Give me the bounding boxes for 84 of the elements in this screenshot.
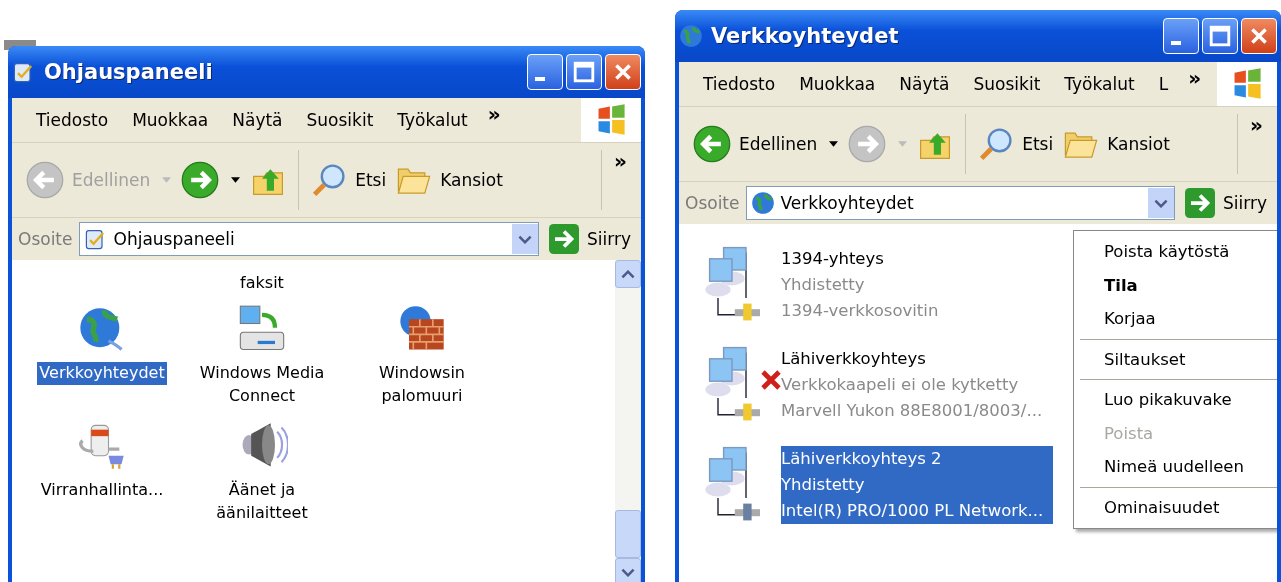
scrollbar-thumb[interactable]	[615, 510, 641, 558]
context-menu-item[interactable]: Siltaukset	[1074, 342, 1277, 376]
control-panel-item[interactable]: faksit	[238, 272, 286, 295]
context-menu-item[interactable]: Korjaa	[1074, 302, 1277, 336]
globe-icon	[750, 191, 775, 215]
control-panel-item[interactable]: Verkkoyhteydet	[37, 362, 167, 385]
chevron-down-icon	[518, 234, 532, 244]
minimize-button[interactable]	[527, 54, 563, 90]
minimize-icon	[535, 77, 545, 81]
go-button[interactable]: Siirry	[545, 224, 635, 254]
close-button[interactable]	[1241, 18, 1277, 54]
context-menu-item[interactable]: Tila	[1074, 268, 1277, 302]
windows-flag-logo	[581, 98, 641, 142]
caret-icon	[898, 141, 908, 147]
search-button[interactable]: Etsi	[311, 162, 387, 198]
menu-item[interactable]: Tiedosto	[24, 110, 121, 130]
more-chevron[interactable]: »	[487, 102, 501, 126]
context-menu-item[interactable]: Luo pikakuvake	[1074, 383, 1277, 417]
close-icon	[612, 61, 634, 83]
menu-item[interactable]: Työkalut	[1052, 74, 1147, 94]
context-menu-item[interactable]: Nimeä uudelleen	[1074, 450, 1277, 484]
dropdown-button[interactable]	[512, 224, 538, 254]
connection-name: Lähiverkkoyhteys	[781, 348, 927, 370]
menu-item[interactable]: L	[1146, 74, 1181, 94]
address-field[interactable]: Ohjauspaneeli	[78, 222, 539, 256]
adapter-name: 1394-verkkosovitin	[781, 300, 940, 322]
connection-name: 1394-yhteys	[781, 248, 885, 270]
menu-item[interactable]: Muokkaa	[787, 74, 888, 94]
connection-status: Yhdistetty	[781, 274, 866, 296]
connection-tile[interactable]: Lähiverkkoyhteys Verkkokaapeli ei ole kytketty Marvell Yukon 88E8001/8003/...	[781, 346, 1053, 424]
context-menu-item[interactable]: Poista käytöstä	[1074, 235, 1277, 269]
control-panel-item[interactable]: Windowsin palomuuri	[377, 362, 467, 408]
folders-button[interactable]: Kansiot	[1063, 126, 1170, 162]
menu-item[interactable]: Näytä	[887, 74, 962, 94]
menu-item[interactable]: Näytä	[220, 110, 295, 130]
menu-item[interactable]: Suosikit	[961, 74, 1053, 94]
windows-flag-logo	[1217, 62, 1277, 106]
more-chevron[interactable]: »	[614, 149, 627, 173]
context-menu-item[interactable]: Ominaisuudet	[1074, 490, 1277, 524]
more-chevron[interactable]: »	[1250, 113, 1263, 137]
window-title: Verkkoyhteydet	[711, 24, 900, 48]
menu-item[interactable]: Muokkaa	[120, 110, 221, 130]
connection-name: Lähiverkkoyhteys 2	[781, 448, 943, 470]
search-button[interactable]: Etsi	[978, 126, 1054, 162]
caret-icon	[162, 177, 172, 183]
chevron-down-icon	[1154, 198, 1168, 208]
forward-button[interactable]	[181, 161, 241, 199]
go-button[interactable]: Siirry	[1181, 188, 1271, 218]
connection-status: Verkkokaapeli ei ole kytketty	[781, 374, 1020, 396]
address-label: Osoite	[18, 229, 73, 249]
close-icon	[1248, 25, 1270, 47]
folders-button[interactable]: Kansiot	[396, 162, 503, 198]
address-label: Osoite	[685, 193, 740, 213]
connection-status: Yhdistetty	[781, 474, 866, 496]
vertical-scrollbar[interactable]	[615, 260, 641, 582]
menu-item[interactable]: Tiedosto	[691, 74, 788, 94]
adapter-name: Marvell Yukon 88E8001/8003/...	[781, 400, 1044, 422]
control-panel-item[interactable]: Windows Media Connect	[197, 362, 327, 408]
maximize-icon	[573, 61, 595, 83]
chevron-down-icon	[621, 567, 635, 577]
caret-icon	[231, 177, 241, 183]
address-field[interactable]: Verkkoyhteydet	[745, 186, 1175, 220]
control-panel-item[interactable]: Äänet ja äänilaitteet	[214, 479, 310, 524]
menu-item[interactable]: Työkalut	[385, 110, 480, 130]
minimize-button[interactable]	[1163, 18, 1199, 54]
close-button[interactable]	[605, 54, 641, 90]
maximize-icon	[1209, 25, 1231, 47]
control-panel-item[interactable]: Virranhallinta...	[38, 479, 166, 502]
more-chevron[interactable]: »	[1188, 66, 1202, 90]
globe-icon	[679, 24, 703, 48]
window-title: Ohjauspaneeli	[44, 60, 214, 84]
adapter-name: Intel(R) PRO/1000 PL Network...	[781, 500, 1045, 522]
chevron-up-icon	[621, 269, 635, 279]
connection-tile[interactable]: Lähiverkkoyhteys 2 Yhdistetty Intel(R) PRO/1000 PL Network...	[781, 446, 1053, 524]
search-icon	[978, 126, 1015, 162]
menu-item[interactable]: Suosikit	[294, 110, 386, 130]
dropdown-button[interactable]	[1148, 188, 1174, 218]
maximize-button[interactable]	[1202, 18, 1238, 54]
search-icon	[311, 162, 348, 198]
minimize-icon	[1171, 41, 1181, 45]
connection-tile[interactable]: 1394-yhteys Yhdistetty 1394-verkkosovitin	[781, 246, 1053, 324]
maximize-button[interactable]	[566, 54, 602, 90]
caret-icon	[829, 141, 839, 147]
back-button[interactable]: Edellinen	[693, 125, 839, 163]
